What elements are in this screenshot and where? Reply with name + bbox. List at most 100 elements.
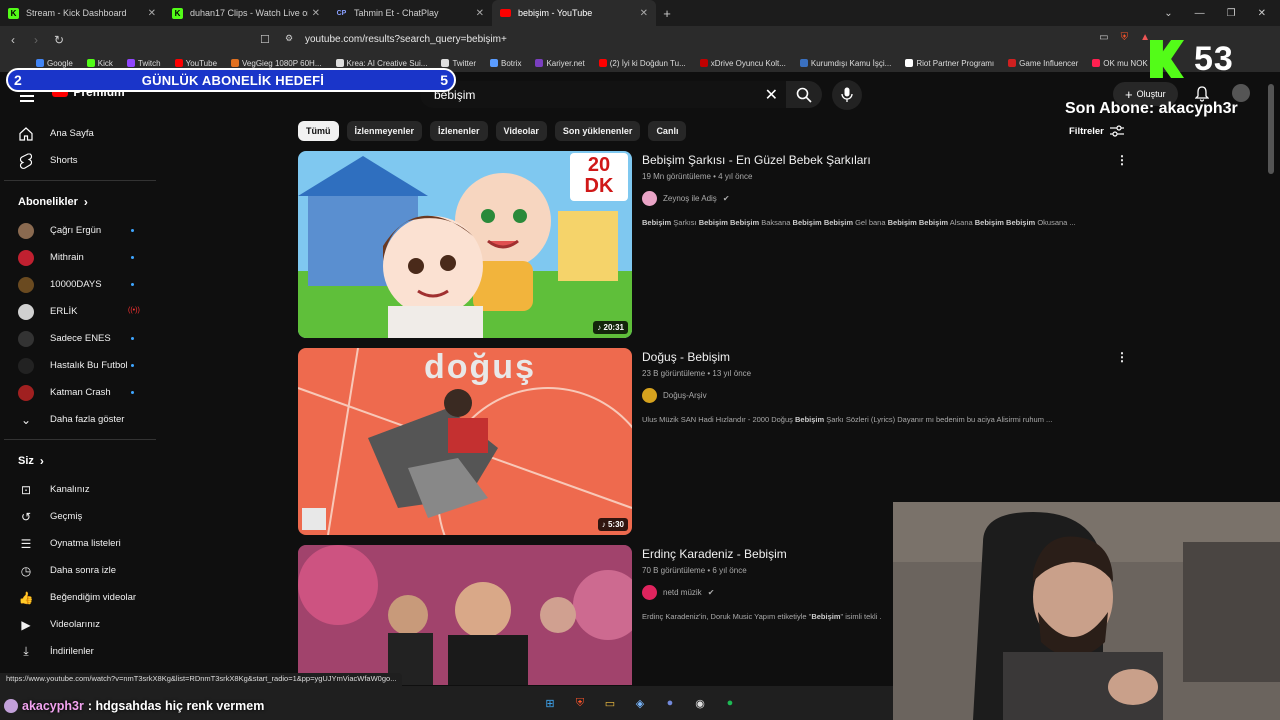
channel-row[interactable]: Zeynoş ile Adiş ✔ (642, 191, 1122, 206)
cast-icon[interactable]: ▭ (1099, 32, 1108, 43)
channel-avatar[interactable] (642, 585, 657, 600)
video-title[interactable]: Doğuş - Bebişim (642, 350, 1122, 364)
filter-chip[interactable]: Canlı (648, 121, 687, 141)
tab-search-icon[interactable]: ⌄ (1164, 8, 1172, 19)
bookmark-item[interactable]: Kariyer.net (535, 59, 585, 68)
close-tab-icon[interactable]: ✕ (476, 8, 484, 19)
windows-start-icon[interactable]: ⊞ (540, 694, 560, 712)
sidebar-subscription-item[interactable]: Katman Crash (0, 379, 160, 406)
bookmark-item[interactable]: Kick (86, 59, 113, 68)
bookmark-item[interactable]: Kurumdışı Kamu İşçi... (799, 59, 891, 68)
brave-rewards-icon[interactable]: ▲ (1140, 32, 1150, 43)
live-icon: ((•)) (128, 307, 140, 314)
obs-icon[interactable]: ◉ (690, 694, 710, 712)
brave-shield-icon[interactable]: ⛨ (1121, 32, 1129, 43)
tab-chatplay[interactable]: CP Tahmin Et - ChatPlay ✕ (328, 0, 492, 26)
tab-kick-clips[interactable]: K duhan17 Clips - Watch Live on Kick ✕ (164, 0, 328, 26)
bookmark-item[interactable]: Riot Partner Programı (905, 59, 994, 68)
sidebar-item-shorts[interactable]: Shorts (0, 147, 160, 174)
close-tab-icon[interactable]: ✕ (148, 8, 156, 19)
channel-name[interactable]: Doğuş-Arşiv (663, 391, 707, 400)
sidebar-subscription-item[interactable]: 10000DAYS (0, 271, 160, 298)
show-more-button[interactable]: ⌄ Daha fazla göster (0, 406, 160, 433)
bookmark-item[interactable]: VegGieg 1080P 60H... (231, 59, 322, 68)
bookmark-item[interactable]: Google (36, 59, 73, 68)
subscriptions-header[interactable]: Abonelikler › (0, 187, 160, 217)
close-tab-icon[interactable]: ✕ (640, 8, 648, 19)
you-header[interactable]: Siz › (0, 446, 160, 476)
sidebar-item-video[interactable]: ▶ Videolarınız (0, 611, 160, 638)
duration-text: 5:30 (607, 520, 624, 529)
scrollbar[interactable] (1268, 84, 1274, 174)
back-icon[interactable]: ‹ (3, 33, 23, 47)
sidebar-item-like[interactable]: 👍 Beğendiğim videolar (0, 584, 160, 611)
sidebar-item-label: 10000DAYS (50, 279, 102, 290)
sidebar-item-playlist[interactable]: ☰ Oynatma listeleri (0, 530, 160, 557)
bookmark-item[interactable]: Krea: AI Creative Sui... (335, 59, 427, 68)
search-input[interactable]: bebişim ✕ (420, 81, 788, 108)
sidebar-item-label: ERLİK (50, 306, 78, 317)
discord-icon[interactable]: ● (660, 694, 680, 712)
more-options-icon[interactable]: ⋮ (1116, 153, 1128, 167)
bookmark-item[interactable]: YouTube (174, 59, 217, 68)
new-content-dot (131, 391, 134, 394)
video-result[interactable]: 20 DK ♪ 20:31 Bebişim Şarkısı - En Güzel… (298, 151, 1128, 341)
voice-search-button[interactable] (832, 80, 862, 110)
channel-avatar[interactable] (642, 388, 657, 403)
spotify-icon[interactable]: ● (720, 694, 740, 712)
channel-name[interactable]: netd müzik (663, 588, 702, 597)
url-text: youtube.com/results?search_query=bebişim… (305, 34, 507, 45)
sidebar-subscription-item[interactable]: Mithrain (0, 244, 160, 271)
video-thumbnail[interactable] (298, 545, 632, 685)
close-window-icon[interactable]: ✕ (1258, 8, 1266, 19)
video-thumbnail[interactable]: doğuş ♪ 5:30 (298, 348, 632, 535)
video-title[interactable]: Bebişim Şarkısı - En Güzel Bebek Şarkıla… (642, 153, 1122, 167)
file-explorer-icon[interactable]: ▭ (600, 694, 620, 712)
sidebar-item-home[interactable]: Ana Sayfa (0, 120, 160, 147)
sidebar-item-download[interactable]: ⤓ İndirilenler (0, 638, 160, 665)
sidebar-item-channel[interactable]: ⊡ Kanalınız (0, 476, 160, 503)
channel-avatar (18, 357, 34, 374)
sidebar-item-clock[interactable]: ◷ Daha sonra izle (0, 557, 160, 584)
channel-name[interactable]: Zeynoş ile Adiş (663, 194, 717, 203)
forward-icon[interactable]: › (26, 33, 46, 47)
bookmark-item[interactable]: Twitter (441, 59, 476, 68)
sidebar-subscription-item[interactable]: Hastalık Bu Futbol (0, 352, 160, 379)
bookmark-item[interactable]: Game Influencer (1008, 59, 1078, 68)
sidebar-subscription-item[interactable]: Sadece ENES (0, 325, 160, 352)
tab-kick-dashboard[interactable]: K Stream - Kick Dashboard ✕ (0, 0, 164, 26)
bookmark-item[interactable]: (2) İyi ki Doğdun Tu... (598, 59, 686, 68)
video-thumbnail[interactable]: 20 DK ♪ 20:31 (298, 151, 632, 338)
filter-chip[interactable]: Son yüklenenler (554, 121, 641, 141)
reload-icon[interactable]: ↻ (49, 33, 69, 47)
restore-icon[interactable]: ❐ (1227, 8, 1236, 19)
menu-icon[interactable] (20, 90, 34, 105)
video-icon: ▶ (21, 617, 31, 632)
filter-chip[interactable]: Videolar (495, 121, 547, 141)
sidebar-subscription-item[interactable]: ERLİK ((•)) (0, 298, 160, 325)
tab-youtube[interactable]: bebişim - YouTube ✕ (492, 0, 656, 26)
bookmark-icon[interactable]: ☐ (260, 33, 270, 46)
filters-button[interactable]: Filtreler (1069, 125, 1124, 137)
bookmark-item[interactable]: xDrive Oyuncu Kolt... (699, 59, 786, 68)
bookmark-item[interactable]: Botrix (490, 59, 521, 68)
sidebar-item-history[interactable]: ↺ Geçmiş (0, 503, 160, 530)
channel-row[interactable]: Doğuş-Arşiv (642, 388, 1122, 403)
filter-chip[interactable]: İzlenmeyenler (346, 121, 423, 141)
clear-search-icon[interactable]: ✕ (765, 85, 778, 105)
channel-avatar (18, 276, 34, 293)
minimize-icon[interactable]: — (1195, 8, 1205, 19)
close-tab-icon[interactable]: ✕ (312, 8, 320, 19)
filter-chip[interactable]: İzlenenler (430, 121, 488, 141)
more-options-icon[interactable]: ⋮ (1116, 350, 1128, 364)
filter-chip[interactable]: Tümü (298, 121, 339, 141)
network-app-icon[interactable]: ◈ (630, 694, 650, 712)
bookmark-item[interactable]: OK mu NOK (1092, 59, 1148, 68)
channel-avatar[interactable] (642, 191, 657, 206)
sidebar-subscription-item[interactable]: Çağrı Ergün (0, 217, 160, 244)
new-tab-button[interactable]: + (656, 0, 678, 26)
search-button[interactable] (786, 81, 822, 108)
site-info-icon[interactable]: ⚙ (285, 33, 293, 44)
bookmark-item[interactable]: Twitch (126, 59, 161, 68)
brave-browser-icon[interactable]: ⛨ (570, 694, 590, 712)
